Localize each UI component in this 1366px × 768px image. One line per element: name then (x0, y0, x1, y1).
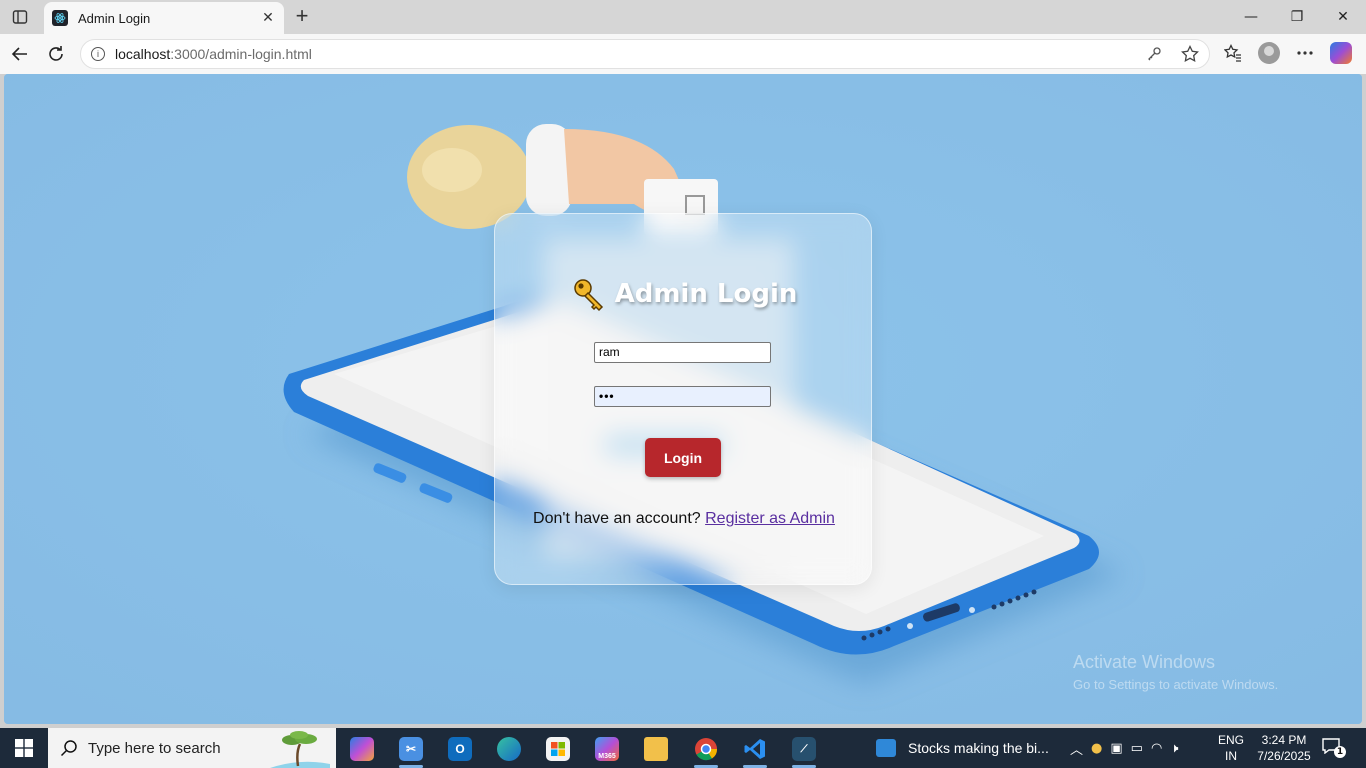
microsoft-store-app-icon[interactable] (538, 732, 578, 766)
window-controls: — ❐ ✕ (1228, 0, 1366, 34)
notification-center-icon[interactable]: 1 (1322, 738, 1346, 758)
search-highlight-tree-icon (270, 731, 330, 768)
url-host: localhost (115, 46, 171, 62)
password-key-icon[interactable] (1143, 43, 1165, 65)
windows-logo-icon (15, 739, 33, 757)
show-hidden-icons-chevron-icon[interactable]: ︿ (1070, 739, 1083, 758)
username-input[interactable]: ram (594, 342, 771, 363)
search-icon (60, 740, 77, 757)
react-favicon-icon (52, 10, 68, 26)
key-icon (573, 279, 603, 312)
new-tab-button[interactable]: + (290, 3, 314, 28)
news-headline: Stocks making the bi... (908, 740, 1049, 756)
edge-app-icon[interactable] (489, 732, 529, 766)
favorites-icon[interactable] (1220, 40, 1246, 66)
url-text[interactable]: localhost:3000/admin-login.html (115, 46, 312, 62)
browser-tabstrip: Admin Login ✕ + — ❐ ✕ (0, 0, 1366, 34)
m365-app-icon[interactable]: M365 (587, 732, 627, 766)
register-admin-link[interactable]: Register as Admin (705, 510, 835, 527)
login-card: Admin Login ram ••• Login Don't have an … (494, 213, 872, 585)
tab-actions-icon[interactable] (8, 6, 32, 28)
outlook-app-icon[interactable]: O (440, 732, 480, 766)
search-placeholder: Type here to search (88, 739, 221, 757)
password-input[interactable]: ••• (594, 386, 771, 407)
copilot-icon[interactable] (1328, 40, 1354, 66)
minimize-button[interactable]: — (1228, 0, 1274, 34)
system-tray: ︿ ● ▣ ▭ ◠ 🕨 (1070, 728, 1179, 768)
restore-button[interactable]: ❐ (1274, 0, 1320, 34)
page-viewport: Admin Login ram ••• Login Don't have an … (4, 74, 1362, 724)
site-info-icon[interactable]: i (91, 47, 105, 61)
notification-badge: 1 (1334, 746, 1346, 758)
wifi-icon[interactable]: ◠ (1151, 741, 1162, 756)
favorite-star-icon[interactable] (1179, 43, 1201, 65)
language-indicator[interactable]: ENG IN (1218, 732, 1244, 764)
avatar (1258, 42, 1280, 64)
meet-now-camera-icon[interactable]: ▣ (1110, 741, 1122, 756)
tab-title: Admin Login (78, 10, 151, 26)
register-prompt-text: Don't have an account? (533, 510, 706, 527)
copilot-app-icon[interactable] (342, 732, 382, 766)
tab-admin-login[interactable]: Admin Login ✕ (44, 2, 284, 34)
profile-avatar[interactable] (1256, 40, 1282, 66)
more-options-icon[interactable] (1292, 40, 1318, 66)
watermark-title: Activate Windows (1073, 652, 1216, 672)
register-prompt: Don't have an account? Register as Admin (495, 510, 873, 528)
vscode-app-icon[interactable] (735, 732, 775, 768)
battery-icon[interactable]: ▭ (1131, 741, 1143, 756)
security-alert-icon[interactable]: ● (1091, 741, 1102, 756)
windows-taskbar: Type here to search ✂ O M365 ⟋ Stocks ma… (0, 728, 1366, 768)
page-title: Admin Login (614, 279, 798, 309)
tab-close-icon[interactable]: ✕ (260, 10, 276, 26)
clock-time: 3:24 PM (1261, 733, 1307, 747)
clock-date: 7/26/2025 (1257, 749, 1311, 763)
activate-windows-watermark: Activate Windows Go to Settings to activ… (1073, 652, 1278, 692)
file-explorer-app-icon[interactable] (636, 732, 676, 766)
chrome-app-icon[interactable] (686, 732, 726, 768)
start-button[interactable] (0, 728, 48, 768)
taskbar-search[interactable]: Type here to search (48, 728, 336, 768)
url-path: :3000/admin-login.html (170, 46, 312, 62)
volume-muted-icon[interactable]: 🕨 (1170, 741, 1178, 756)
snipping-tool-app-icon[interactable]: ✂ (391, 732, 431, 768)
stocks-chart-icon (876, 739, 896, 757)
browser-navbar: i localhost:3000/admin-login.html (0, 34, 1366, 74)
mysql-workbench-app-icon[interactable]: ⟋ (784, 732, 824, 768)
login-button[interactable]: Login (645, 438, 721, 477)
login-header: Admin Login (495, 276, 873, 312)
lang-code: ENG (1218, 733, 1245, 747)
m365-label: M365 (598, 752, 616, 760)
refresh-icon[interactable] (44, 42, 68, 66)
back-arrow-icon[interactable] (8, 42, 32, 66)
region-code: IN (1225, 749, 1237, 763)
address-bar[interactable]: i localhost:3000/admin-login.html (80, 39, 1210, 69)
news-widget[interactable]: Stocks making the bi... (876, 728, 1049, 768)
close-window-button[interactable]: ✕ (1320, 0, 1366, 34)
clock[interactable]: 3:24 PM 7/26/2025 (1254, 732, 1314, 764)
watermark-subtitle: Go to Settings to activate Windows. (1073, 677, 1279, 692)
